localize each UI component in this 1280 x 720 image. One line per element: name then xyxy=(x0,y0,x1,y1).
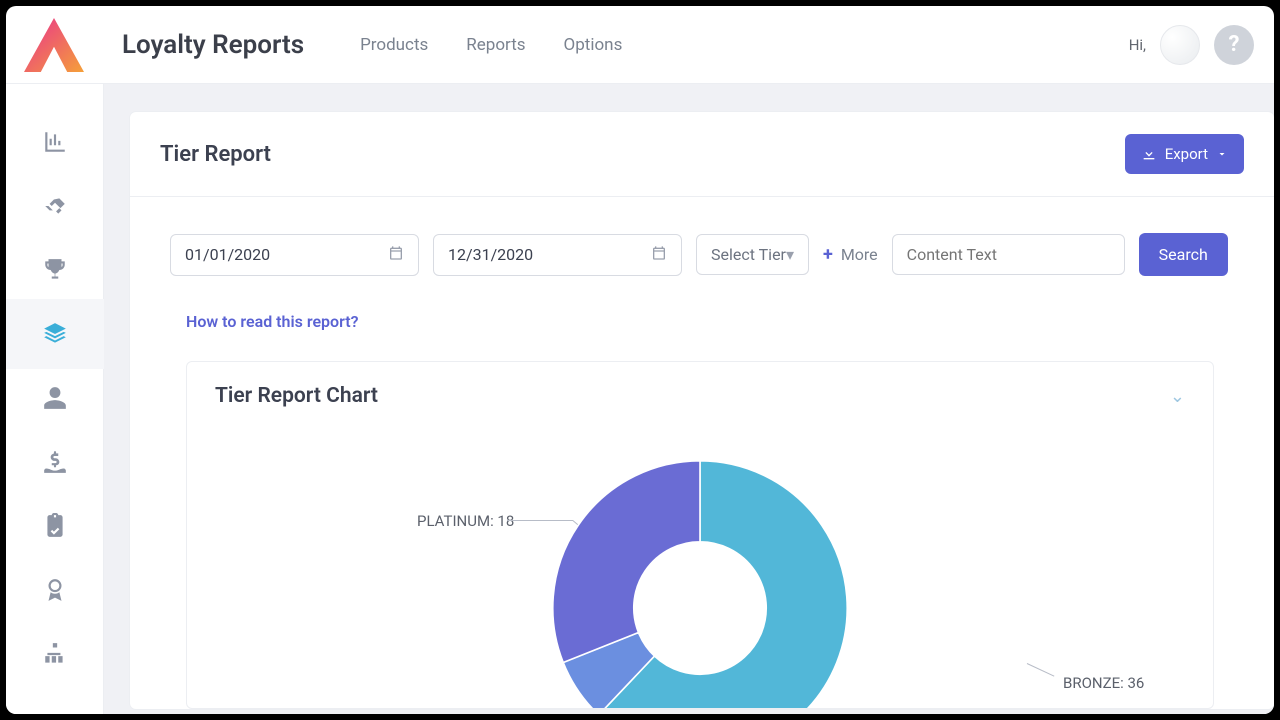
calendar-icon xyxy=(388,245,404,265)
sidebar-item-awards[interactable] xyxy=(42,577,68,603)
page-title: Loyalty Reports xyxy=(122,30,304,60)
tier-select[interactable]: Select Tier ▾ xyxy=(696,234,809,275)
nav-reports[interactable]: Reports xyxy=(466,35,525,55)
sidebar-item-tiers[interactable] xyxy=(42,321,68,347)
sidebar-item-tasks[interactable] xyxy=(42,513,68,539)
report-title: Tier Report xyxy=(160,142,271,167)
sidebar-item-analytics[interactable] xyxy=(42,129,68,155)
date-from-field[interactable] xyxy=(185,245,388,264)
content-text-field[interactable] xyxy=(907,245,1110,264)
sidebar-item-trophy[interactable] xyxy=(42,257,68,283)
export-label: Export xyxy=(1165,145,1208,163)
sidebar xyxy=(6,84,104,714)
help-button[interactable]: ? xyxy=(1214,25,1254,65)
sidebar-item-hierarchy[interactable] xyxy=(42,641,68,667)
donut-chart xyxy=(540,448,860,708)
greeting-text: Hi, xyxy=(1129,36,1146,54)
top-nav: Products Reports Options xyxy=(360,35,622,55)
nav-products[interactable]: Products xyxy=(360,35,428,55)
chart-label-bronze: BRONZE: 36 xyxy=(1063,674,1144,692)
chart-title: Tier Report Chart xyxy=(215,384,378,408)
date-to-input[interactable] xyxy=(433,234,682,276)
more-label: More xyxy=(841,245,878,264)
chart-body: PLATINUM: 18 BRONZE: 36 xyxy=(187,418,1213,708)
sidebar-item-payouts[interactable] xyxy=(42,449,68,475)
more-filters-link[interactable]: + More xyxy=(823,244,878,265)
app-logo xyxy=(14,18,94,72)
content-text-input[interactable] xyxy=(892,234,1125,275)
search-button[interactable]: Search xyxy=(1139,233,1228,276)
chevron-down-icon: ▾ xyxy=(786,245,794,264)
calendar-icon xyxy=(651,245,667,265)
nav-options[interactable]: Options xyxy=(564,35,623,55)
date-to-field[interactable] xyxy=(448,245,651,264)
plus-icon: + xyxy=(823,244,833,265)
avatar[interactable] xyxy=(1160,25,1200,65)
report-card: Tier Report Export xyxy=(130,112,1274,709)
tier-select-label: Select Tier xyxy=(711,245,786,264)
top-bar: Loyalty Reports Products Reports Options… xyxy=(6,6,1274,84)
download-icon xyxy=(1141,146,1157,162)
filter-bar: Select Tier ▾ + More Search xyxy=(130,197,1274,290)
help-icon: ? xyxy=(1229,32,1240,57)
date-from-input[interactable] xyxy=(170,234,419,276)
main-content: Tier Report Export xyxy=(104,84,1274,714)
collapse-icon[interactable]: ⌄ xyxy=(1170,386,1185,407)
chart-card: Tier Report Chart ⌄ PLATINUM: 18 BRONZE:… xyxy=(186,361,1214,709)
howto-link[interactable]: How to read this report? xyxy=(186,312,359,331)
export-button[interactable]: Export xyxy=(1125,134,1244,174)
sidebar-item-partners[interactable] xyxy=(42,193,68,219)
chevron-down-icon xyxy=(1216,148,1228,160)
chart-label-platinum: PLATINUM: 18 xyxy=(417,512,514,530)
sidebar-item-members[interactable] xyxy=(42,385,68,411)
howto-row: How to read this report? xyxy=(130,290,1274,353)
